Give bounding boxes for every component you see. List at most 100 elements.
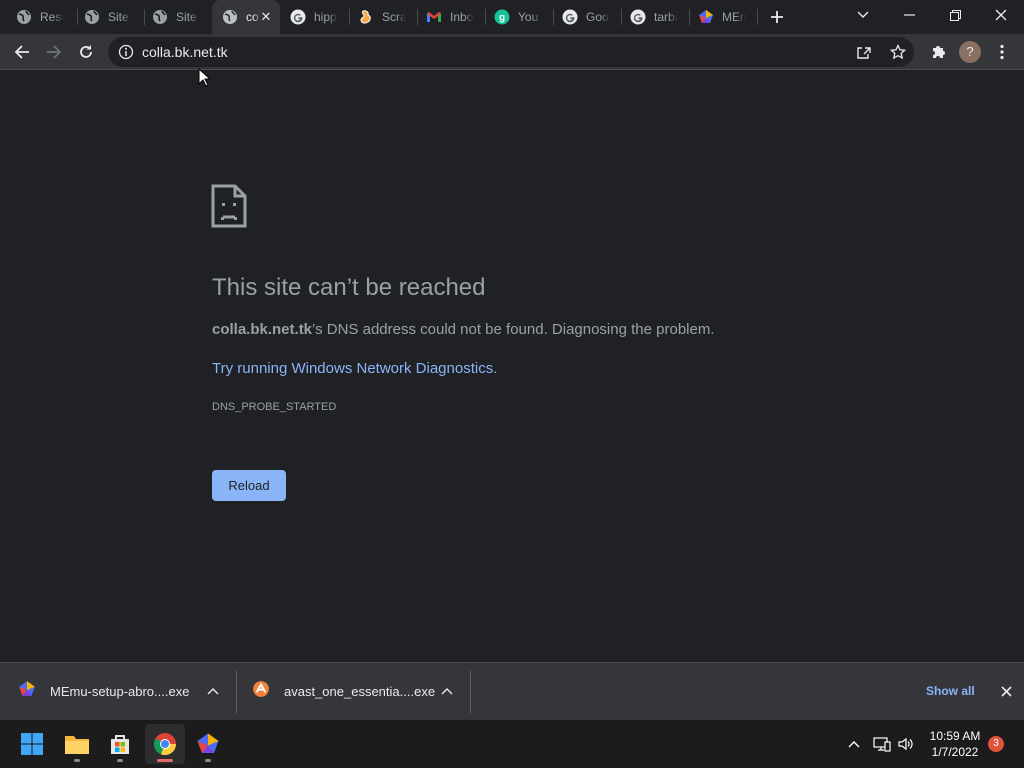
running-indicator (157, 759, 173, 762)
download-separator (236, 671, 237, 713)
taskbar-chrome[interactable] (145, 724, 185, 764)
download-filename: avast_one_essentia....exe (284, 684, 436, 699)
network-button[interactable] (872, 734, 892, 754)
restore-icon (949, 9, 961, 21)
kebab-menu-icon (1000, 44, 1004, 60)
reload-button[interactable]: Reload (212, 470, 286, 501)
memu-icon (197, 733, 219, 753)
reload-icon (80, 45, 92, 58)
restore-button[interactable] (932, 0, 978, 30)
tab-grammarly[interactable]: g You A (484, 0, 552, 34)
globe-icon (222, 9, 238, 25)
memu-icon (698, 9, 714, 25)
downloads-bar: MEmu-setup-abro....exe avast_one_essenti… (0, 662, 1024, 720)
error-code: DNS_PROBE_STARTED (212, 401, 337, 413)
url-text[interactable]: colla.bk.net.tk (142, 44, 228, 60)
address-bar[interactable]: colla.bk.net.tk (108, 37, 914, 67)
close-downloads-button[interactable] (998, 683, 1014, 699)
download-separator (470, 671, 471, 713)
chevron-down-icon (857, 11, 869, 18)
chrome-icon (153, 733, 177, 756)
tab-site-explorer-2[interactable]: Site Explorer (142, 0, 210, 34)
avast-icon (252, 680, 270, 703)
windows-taskbar: 10:59 AM 1/7/2022 3 (0, 720, 1024, 768)
gmail-icon (426, 9, 442, 25)
notification-badge[interactable]: 3 (988, 736, 1004, 752)
start-button[interactable] (12, 724, 52, 764)
browser-toolbar: colla.bk.net.tk ? (0, 34, 1024, 70)
tab-tarba[interactable]: tarba (620, 0, 688, 34)
error-description: colla.bk.net.tk’s DNS address could not … (212, 321, 715, 338)
show-hidden-icons-button[interactable] (844, 734, 864, 754)
download-item-memu[interactable]: MEmu-setup-abro....exe (18, 663, 189, 720)
tab-active[interactable]: colla.bk.net.tk ✕ (212, 0, 280, 34)
sad-page-icon (211, 184, 247, 233)
clock-date: 1/7/2022 (931, 745, 979, 759)
volume-button[interactable] (896, 734, 916, 754)
network-icon (873, 737, 891, 752)
plus-icon (771, 11, 783, 23)
profile-button[interactable]: ? (954, 36, 986, 68)
tab-title: MEmu (722, 10, 746, 24)
google-icon (630, 9, 646, 25)
tab-title: Site Explorer (108, 10, 132, 24)
diagnostics-link-text[interactable]: Try running Windows Network Diagnostics (212, 360, 493, 377)
tab-title: Scratch (382, 10, 406, 24)
tab-google[interactable]: Google (552, 0, 620, 34)
tab-title: You A (518, 10, 542, 24)
download-item-avast[interactable]: avast_one_essentia....exe (252, 663, 435, 720)
arrow-left-icon (14, 45, 29, 59)
tab-hippo[interactable]: hippo (280, 0, 348, 34)
network-diagnostics-link[interactable]: Try running Windows Network Diagnostics. (212, 360, 497, 377)
extensions-button[interactable] (922, 36, 954, 68)
share-icon[interactable] (856, 44, 872, 65)
error-host: colla.bk.net.tk (212, 321, 313, 338)
close-tab-icon[interactable]: ✕ (258, 9, 274, 25)
info-icon[interactable] (118, 44, 134, 65)
windows-start-icon (21, 733, 43, 755)
globe-icon (152, 9, 168, 25)
tab-memu[interactable]: MEmu (688, 0, 756, 34)
error-description-text: ’s DNS address could not be found. Diagn… (312, 321, 715, 338)
download-options-button[interactable] (439, 683, 455, 699)
taskbar-microsoft-store[interactable] (100, 724, 140, 764)
tab-inbox[interactable]: Inbox (416, 0, 484, 34)
tab-title: Site Explorer (176, 10, 200, 24)
taskbar-file-explorer[interactable] (57, 724, 97, 764)
error-title: This site can’t be reached (212, 274, 486, 301)
tab-separator (757, 9, 758, 25)
globe-icon (84, 9, 100, 25)
microsoft-store-icon (111, 735, 129, 754)
chevron-up-icon (207, 688, 219, 695)
tab-search-button[interactable] (840, 0, 886, 30)
download-filename: MEmu-setup-abro....exe (50, 684, 190, 699)
tab-title: hippo (314, 10, 338, 24)
grammarly-icon: g (494, 9, 510, 25)
forward-button[interactable] (38, 36, 70, 68)
close-window-button[interactable] (978, 0, 1024, 30)
avatar: ? (959, 41, 981, 63)
puzzle-icon (933, 46, 945, 58)
minimize-button[interactable] (886, 0, 932, 30)
tab-title: Google (586, 10, 610, 24)
menu-button[interactable] (986, 36, 1018, 68)
taskbar-clock[interactable]: 10:59 AM 1/7/2022 (926, 728, 984, 760)
close-icon (995, 9, 1007, 21)
show-all-link[interactable]: Show all (926, 684, 975, 698)
new-tab-button[interactable] (766, 6, 788, 28)
taskbar-memu[interactable] (188, 724, 228, 764)
memu-icon (18, 680, 36, 703)
diagnostics-link-period: . (493, 360, 498, 377)
close-icon (1000, 685, 1012, 697)
download-options-button[interactable] (205, 683, 221, 699)
tab-resume[interactable]: Resume (6, 0, 74, 34)
tab-site-explorer-1[interactable]: Site Explorer (74, 0, 142, 34)
clock-time: 10:59 AM (929, 729, 981, 743)
svg-text:g: g (499, 13, 505, 24)
chevron-up-icon (848, 741, 860, 748)
back-button[interactable] (6, 36, 38, 68)
reload-toolbar-button[interactable] (70, 36, 102, 68)
tab-scratch[interactable]: Scratch (348, 0, 416, 34)
running-indicator (74, 759, 80, 762)
bookmark-star-icon[interactable] (889, 43, 907, 65)
